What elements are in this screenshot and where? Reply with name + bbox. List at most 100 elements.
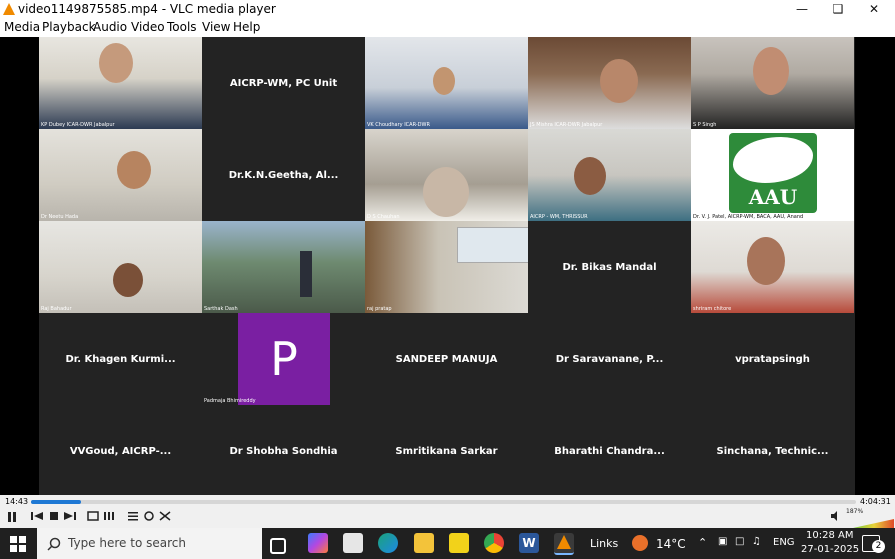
- video-tile: Sarthak Dash: [202, 221, 365, 313]
- volume-icon[interactable]: ♫: [752, 536, 761, 547]
- menu-video[interactable]: Video: [131, 20, 165, 34]
- fullscreen-button[interactable]: [86, 511, 100, 526]
- name-tile: Dr. Khagen Kurmi...: [65, 353, 176, 365]
- window-title: video1149875585.mp4 - VLC media player: [18, 2, 276, 16]
- mute-button[interactable]: [830, 511, 842, 526]
- participant-name: Raj Bahadur: [41, 306, 72, 312]
- volume-slider[interactable]: [844, 515, 894, 530]
- wall-board: [457, 227, 528, 263]
- meet-now-icon[interactable]: ▣: [718, 536, 727, 547]
- weather-icon[interactable]: [632, 535, 648, 551]
- seek-bar[interactable]: [31, 500, 856, 504]
- taskbar: Type here to search W Links 14°C ⌃ ▣ □ ♫…: [0, 528, 895, 559]
- participant-name: KP Dubey ICAR-DWR Jabalpur: [41, 122, 115, 128]
- menu-tools[interactable]: Tools: [167, 20, 197, 34]
- video-tile: AAU Dr. V. J. Patel, AICRP-WM, BACA, AAU…: [691, 129, 854, 221]
- video-tile: Raj Bahadur: [39, 221, 202, 313]
- participant-face: [753, 47, 789, 95]
- menu-view[interactable]: View: [202, 20, 230, 34]
- participant-name: S P Singh: [693, 122, 717, 128]
- video-tile: JS Mishra ICAR-DWR Jabalpur: [528, 37, 691, 129]
- aau-logo: AAU: [729, 133, 817, 213]
- next-button[interactable]: [63, 511, 77, 526]
- copilot-icon[interactable]: [308, 533, 328, 553]
- vlc-cone-icon: [3, 3, 15, 15]
- title-bar: video1149875585.mp4 - VLC media player —…: [0, 0, 895, 19]
- previous-button[interactable]: [30, 511, 44, 526]
- clock-date[interactable]: 27-01-2025: [801, 544, 859, 555]
- name-tile: Dr Shobha Sondhia: [229, 445, 338, 457]
- close-button[interactable]: ✕: [859, 0, 889, 19]
- video-tile: VK Choudhary ICAR-DWR: [365, 37, 528, 129]
- notification-badge: 2: [872, 540, 885, 553]
- name-tile: Sinchana, Technic...: [716, 445, 829, 457]
- avatar-initial: P: [238, 313, 330, 405]
- name-tile: AICRP-WM, PC Unit: [229, 77, 338, 89]
- video-tile: shriram chitore: [691, 221, 854, 313]
- task-view-icon[interactable]: [270, 538, 286, 554]
- time-elapsed: 14:43: [5, 497, 29, 506]
- name-tile: Dr.K.N.Geetha, Al...: [228, 169, 339, 181]
- pause-icon: [8, 512, 16, 522]
- playlist-icon: [128, 512, 138, 521]
- loop-icon: [144, 511, 154, 521]
- participant-name: D S Chauhan: [367, 214, 400, 220]
- fullscreen-icon: [87, 511, 99, 521]
- restore-button[interactable]: ❑: [823, 0, 853, 19]
- name-tile: Dr. Bikas Mandal: [562, 261, 657, 273]
- menu-audio[interactable]: Audio: [93, 20, 127, 34]
- menu-playback[interactable]: Playback: [42, 20, 96, 34]
- video-tile: D S Chauhan: [365, 129, 528, 221]
- search-box[interactable]: Type here to search: [37, 528, 262, 559]
- shuffle-button[interactable]: [158, 511, 172, 526]
- name-tile: Bharathi Chandra...: [554, 445, 665, 457]
- shuffle-icon: [159, 511, 171, 521]
- minimize-button[interactable]: —: [787, 0, 817, 19]
- clock-time[interactable]: 10:28 AM: [806, 530, 853, 541]
- network-icon[interactable]: □: [735, 536, 744, 547]
- file-explorer-icon[interactable]: [414, 533, 434, 553]
- edge-icon[interactable]: [378, 533, 398, 553]
- video-tile: KP Dubey ICAR-DWR Jabalpur: [39, 37, 202, 129]
- participant-name: AICRP - WM, THRISSUR: [530, 214, 588, 220]
- participant-face: [747, 237, 785, 285]
- extended-settings-button[interactable]: [102, 511, 116, 526]
- store-icon[interactable]: [343, 533, 363, 553]
- participant-face: [433, 67, 455, 95]
- participant-figure: [300, 251, 312, 297]
- video-tile: S P Singh: [691, 37, 854, 129]
- chrome-icon[interactable]: [484, 533, 504, 553]
- loop-button[interactable]: [142, 511, 156, 526]
- start-button[interactable]: [10, 536, 26, 552]
- word-icon[interactable]: W: [519, 533, 539, 553]
- language-indicator[interactable]: ENG: [773, 537, 795, 548]
- weather-temp[interactable]: 14°C: [656, 537, 686, 551]
- video-area[interactable]: KP Dubey ICAR-DWR Jabalpur AICRP-WM, PC …: [0, 37, 895, 495]
- aau-logo-text: AAU: [748, 185, 798, 209]
- chevron-up-icon[interactable]: ⌃: [698, 536, 707, 549]
- participant-name: Dr Neetu Hada: [41, 214, 79, 220]
- participant-face: [99, 43, 133, 83]
- participant-face: [600, 59, 638, 103]
- playlist-button[interactable]: [126, 511, 140, 526]
- speaker-icon: [831, 511, 837, 521]
- pause-button[interactable]: [4, 511, 20, 526]
- vlc-taskbar-icon[interactable]: [554, 533, 574, 555]
- menu-media[interactable]: Media: [4, 20, 40, 34]
- equalizer-icon: [104, 512, 114, 520]
- name-tile: SANDEEP MANUJA: [395, 353, 498, 365]
- previous-icon: [31, 512, 43, 520]
- video-tile: Dr Neetu Hada: [39, 129, 202, 221]
- sticky-notes-icon[interactable]: [449, 533, 469, 553]
- stop-button[interactable]: [47, 511, 61, 526]
- menu-help[interactable]: Help: [233, 20, 260, 34]
- video-tile: raj pratap: [365, 221, 528, 313]
- participant-face: [117, 151, 151, 189]
- participant-name: raj pratap: [367, 306, 392, 312]
- avatar-tile: P Padmaja Bhimireddy: [202, 313, 365, 405]
- links-toolbar[interactable]: Links: [590, 537, 618, 550]
- name-tile: vpratapsingh: [735, 353, 810, 365]
- video-tile: AICRP - WM, THRISSUR: [528, 129, 691, 221]
- menu-bar: Media Playback Audio Video Tools View He…: [0, 19, 895, 37]
- next-icon: [64, 512, 76, 520]
